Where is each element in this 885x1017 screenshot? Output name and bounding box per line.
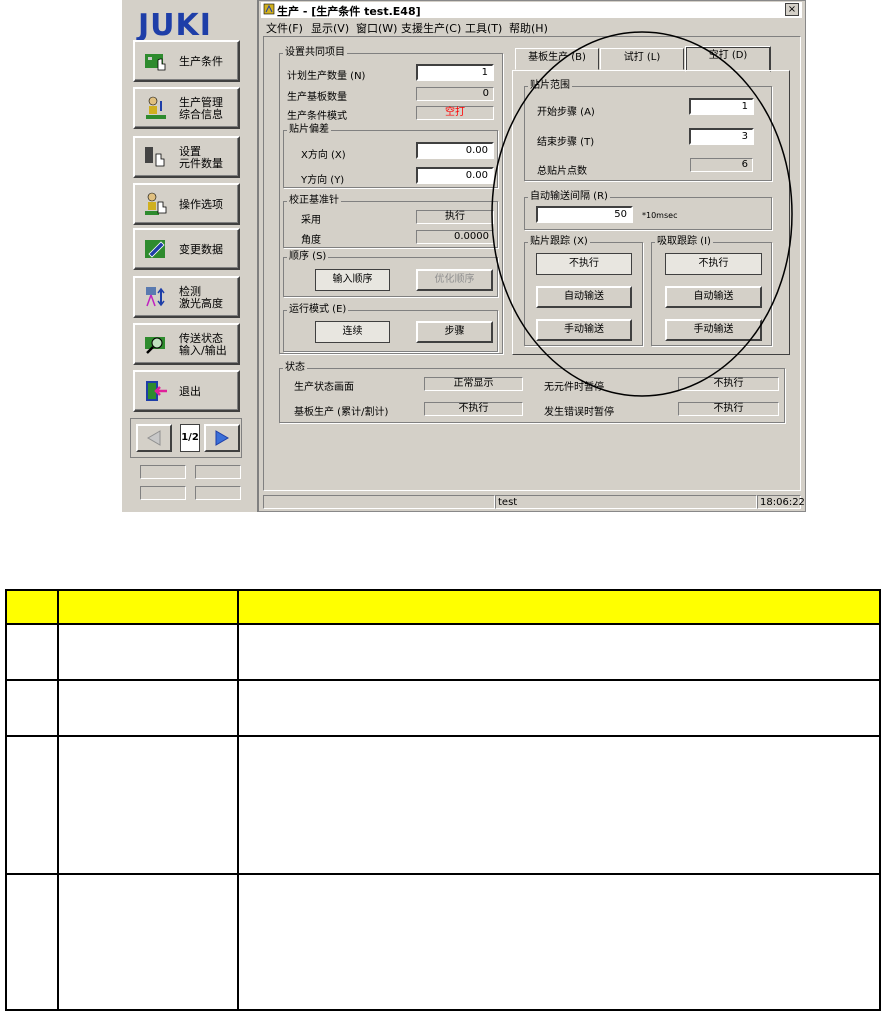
error-pause-label: 发生错误时暂停 <box>544 407 614 418</box>
menu-view[interactable]: 显示(V) <box>311 20 349 36</box>
statusbar-pane <box>263 495 495 509</box>
table-cell <box>57 623 239 681</box>
button-label-2: 综合信息 <box>179 108 223 121</box>
button-label: 操作选项 <box>179 198 223 211</box>
table-header-cell <box>5 589 59 625</box>
highlight-ellipse <box>491 31 793 397</box>
blank-slot <box>195 465 241 479</box>
y-offset-label: Y方向 (Y) <box>301 175 345 186</box>
x-offset-label: X方向 (X) <box>301 150 346 161</box>
button-label: 变更数据 <box>179 243 223 256</box>
table-cell <box>237 623 881 681</box>
group-title: 运行模式 (E) <box>287 304 349 316</box>
table-cell <box>57 873 239 1011</box>
prod-screen-label: 生产状态画面 <box>294 382 354 393</box>
table-row <box>5 873 881 1011</box>
blank-slot <box>140 465 186 479</box>
prev-page-button[interactable] <box>136 424 172 452</box>
button-label: 生产条件 <box>179 55 223 68</box>
table-cell <box>237 679 881 737</box>
menu-support[interactable]: 支援生产(C) <box>401 20 461 36</box>
continuous-button[interactable]: 连续 <box>315 321 390 343</box>
set-parts-count-button[interactable]: 设置 元件数量 <box>133 136 240 178</box>
table-header-cell <box>57 589 239 625</box>
laser-height-check-button[interactable]: 检测 激光高度 <box>133 276 240 318</box>
table-row <box>5 623 881 681</box>
exit-button[interactable]: 退出 <box>133 370 240 412</box>
laser-head-icon <box>146 287 165 307</box>
change-data-button[interactable]: 变更数据 <box>133 228 240 270</box>
button-label-2: 元件数量 <box>179 157 223 170</box>
table-cell <box>57 735 239 875</box>
error-pause-value: 不执行 <box>678 402 779 416</box>
exit-door-icon <box>146 381 167 401</box>
table-header-cell <box>237 589 881 625</box>
operation-options-button[interactable]: 操作选项 <box>133 183 240 225</box>
close-button[interactable]: × <box>785 3 799 16</box>
statusbar-file: test <box>495 495 757 509</box>
table-cell <box>5 873 59 1011</box>
description-table <box>5 589 881 1011</box>
mode-label: 生产条件模式 <box>287 111 347 122</box>
statusbar-time: 18:06:22 <box>757 495 805 509</box>
fid-angle-label: 角度 <box>301 235 321 246</box>
blank-slot <box>195 486 241 500</box>
table-row <box>5 735 881 875</box>
page-indicator: 1/2 <box>180 424 200 452</box>
edit-pencil-icon <box>145 240 165 258</box>
juki-logo: JUKI <box>138 8 212 43</box>
app-icon <box>263 3 275 15</box>
blank-slot <box>140 486 186 500</box>
production-conditions-button[interactable]: 生产条件 <box>133 40 240 82</box>
conveyor-magnifier-icon <box>145 337 165 354</box>
table-cell <box>5 623 59 681</box>
pcb-hand-icon <box>145 54 166 71</box>
reel-hand-icon <box>145 147 165 167</box>
button-label-2: 输入/输出 <box>179 344 227 357</box>
menu-file[interactable]: 文件(F) <box>266 20 303 36</box>
button-label: 退出 <box>179 385 201 398</box>
board-prod-label: 基板生产 (累计/割计) <box>294 407 389 418</box>
menu-window[interactable]: 窗口(W) <box>356 20 397 36</box>
table-cell <box>5 735 59 875</box>
input-order-button[interactable]: 输入顺序 <box>315 269 390 291</box>
window-title: 生产 - [生产条件 test.E48] <box>277 5 421 18</box>
next-page-button[interactable] <box>204 424 240 452</box>
group-title: 设置共同项目 <box>283 47 347 59</box>
board-prod-value: 不执行 <box>424 402 523 416</box>
button-label-2: 激光高度 <box>179 297 223 310</box>
arrow-right-icon <box>215 430 229 446</box>
group-title: 状态 <box>283 362 307 374</box>
group-title: 贴片偏差 <box>287 124 331 136</box>
table-cell <box>5 679 59 737</box>
operator-chart-icon <box>146 96 166 119</box>
arrow-left-icon <box>147 430 161 446</box>
table-cell <box>237 873 881 1011</box>
operator-hand-icon <box>145 192 167 215</box>
table-header-row <box>5 589 881 625</box>
table-row <box>5 679 881 737</box>
group-title: 校正基准针 <box>287 195 341 207</box>
fid-use-label: 采用 <box>301 215 321 226</box>
transfer-status-io-button[interactable]: 传送状态 输入/输出 <box>133 323 240 365</box>
plan-qty-label: 计划生产数量 (N) <box>287 71 366 82</box>
production-management-button[interactable]: 生产管理 综合信息 <box>133 87 240 129</box>
table-cell <box>237 735 881 875</box>
board-qty-label: 生产基板数量 <box>287 92 347 103</box>
table-cell <box>57 679 239 737</box>
group-title: 顺序 (S) <box>287 251 329 263</box>
